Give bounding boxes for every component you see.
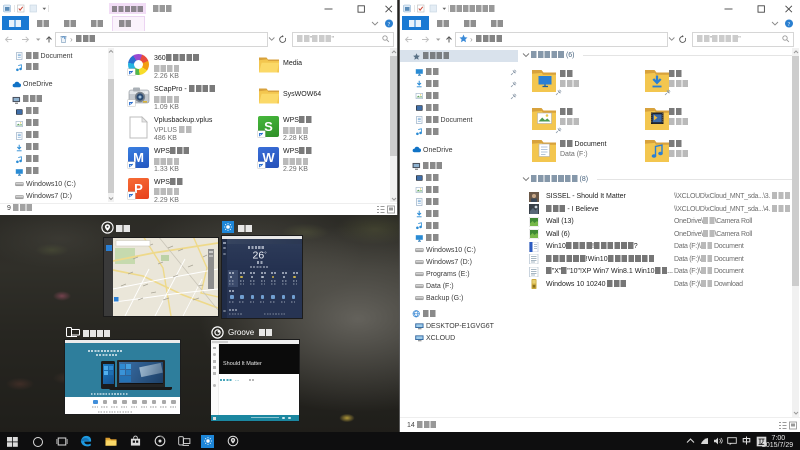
svg-text:?: ? <box>788 22 791 28</box>
svg-text:?: ? <box>388 22 391 28</box>
